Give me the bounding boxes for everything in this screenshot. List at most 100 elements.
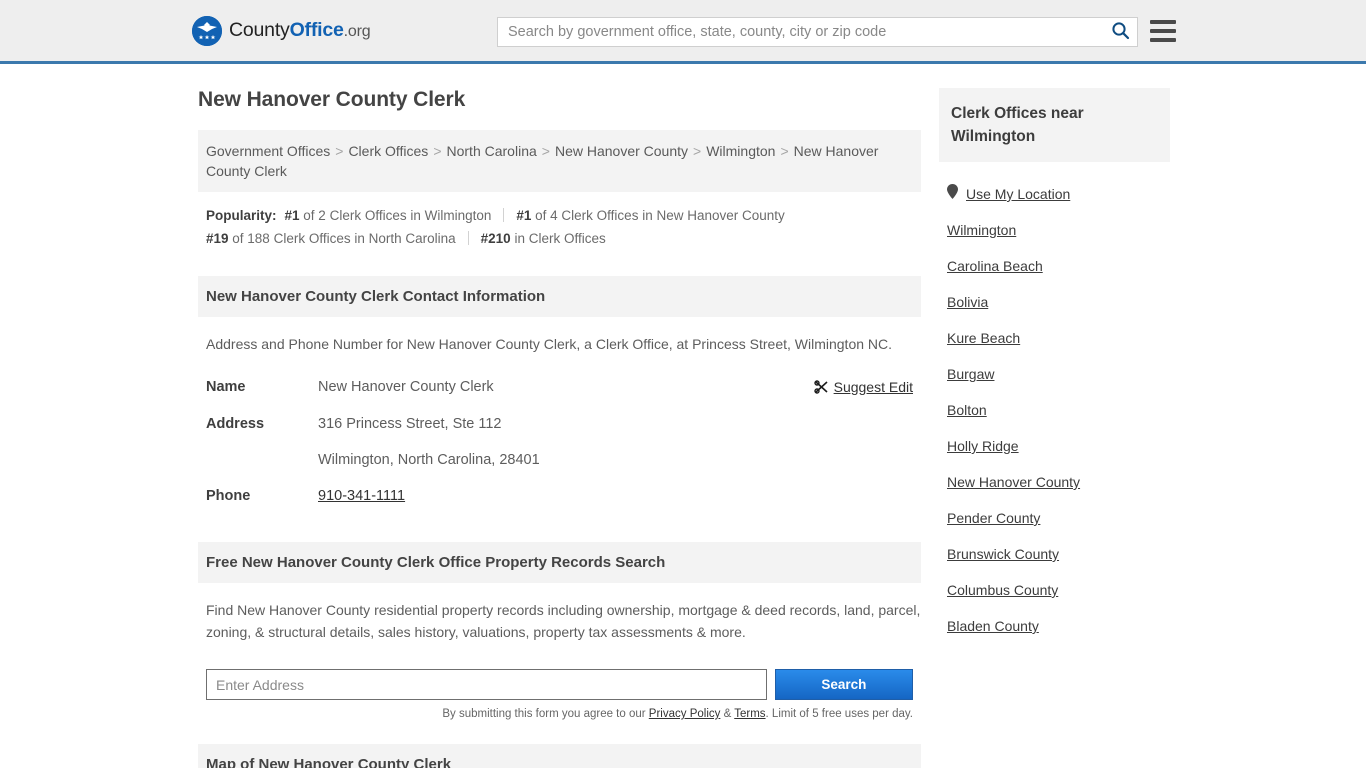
sidebar-item-holly-ridge[interactable]: Holly Ridge — [947, 428, 1170, 464]
breadcrumb-item-north-carolina[interactable]: North Carolina — [447, 143, 537, 159]
breadcrumb-separator: > — [335, 143, 344, 159]
logo-text-office: Office — [289, 19, 344, 41]
site-logo-text: CountyOffice.org — [229, 19, 371, 42]
sidebar-item-new-hanover-county[interactable]: New Hanover County — [947, 464, 1170, 500]
sidebar-item-pender-county[interactable]: Pender County — [947, 500, 1170, 536]
address-label: Address — [206, 416, 265, 432]
popularity-rank: #210 — [480, 231, 511, 246]
popularity-rank: #1 — [516, 208, 532, 223]
sidebar-link-label[interactable]: Holly Ridge — [947, 438, 1019, 454]
popularity-item-city: #1 of 2 Clerk Offices in Wilmington — [285, 208, 492, 223]
contact-section-heading: New Hanover County Clerk Contact Informa… — [198, 276, 921, 317]
popularity-text: of 2 Clerk Offices in Wilmington — [299, 208, 492, 223]
sidebar-link-label[interactable]: Brunswick County — [947, 546, 1059, 562]
address-value-line1: 316 Princess Street, Ste 112 — [318, 416, 502, 432]
suggest-edit-cell: Suggest Edit — [691, 369, 921, 406]
popularity-text: in Clerk Offices — [510, 231, 606, 246]
sidebar-link-label[interactable]: Burgaw — [947, 366, 994, 382]
terms-link[interactable]: Terms — [734, 708, 765, 720]
sidebar-link-label[interactable]: Pender County — [947, 510, 1040, 526]
sidebar-item-carolina-beach[interactable]: Carolina Beach — [947, 248, 1170, 284]
sidebar-link-label[interactable]: Carolina Beach — [947, 258, 1043, 274]
hamburger-menu-icon[interactable] — [1150, 20, 1176, 42]
sidebar-item-columbus-county[interactable]: Columbus County — [947, 572, 1170, 608]
table-row: Wilmington, North Carolina, 28401 — [198, 442, 921, 478]
address-label-empty — [198, 442, 310, 478]
site-logo[interactable]: CountyOffice.org — [192, 15, 371, 46]
sidebar-item-bolivia[interactable]: Bolivia — [947, 284, 1170, 320]
map-section-heading: Map of New Hanover County Clerk — [198, 744, 921, 768]
popularity-item-county: #1 of 4 Clerk Offices in New Hanover Cou… — [516, 208, 784, 223]
popularity-item-overall: #210 in Clerk Offices — [481, 231, 606, 246]
suggest-edit-link[interactable]: Suggest Edit — [834, 379, 913, 395]
eagle-seal-icon — [192, 15, 222, 46]
address-value-line2: Wilmington, North Carolina, 28401 — [318, 452, 540, 468]
page-title: New Hanover County Clerk — [198, 88, 466, 111]
breadcrumb-item-government-offices[interactable]: Government Offices — [206, 143, 330, 159]
sidebar-link-label[interactable]: Bladen County — [947, 618, 1039, 634]
global-search-bar — [497, 17, 1138, 47]
search-submit-button[interactable] — [1103, 18, 1137, 46]
popularity-row: Popularity: #1 of 2 Clerk Offices in Wilm… — [198, 192, 921, 256]
sidebar-link-label[interactable]: Wilmington — [947, 222, 1016, 238]
use-my-location-link[interactable]: Use My Location — [966, 186, 1070, 202]
sidebar-item-brunswick-county[interactable]: Brunswick County — [947, 536, 1170, 572]
popularity-text: of 188 Clerk Offices in North Carolina — [228, 231, 456, 246]
sidebar-item-kure-beach[interactable]: Kure Beach — [947, 320, 1170, 356]
popularity-label: Popularity: — [206, 208, 277, 223]
phone-link[interactable]: 910-341-1111 — [318, 488, 405, 504]
sidebar-link-label[interactable]: Columbus County — [947, 582, 1058, 598]
popularity-text: of 4 Clerk Offices in New Hanover County — [531, 208, 785, 223]
property-search-heading: Free New Hanover County Clerk Office Pro… — [198, 542, 921, 583]
table-row: Address 316 Princess Street, Ste 112 — [198, 406, 921, 442]
logo-text-county: County — [229, 19, 290, 41]
table-row: Phone 910-341-1111 — [198, 478, 921, 514]
breadcrumb-item-clerk-offices[interactable]: Clerk Offices — [348, 143, 428, 159]
search-icon — [1111, 21, 1130, 43]
table-row: Name New Hanover County Clerk Suggest Ed… — [198, 369, 921, 406]
sidebar-item-use-my-location[interactable]: Use My Location — [947, 176, 1170, 212]
map-pin-icon — [947, 184, 958, 204]
breadcrumb-item-new-hanover-county[interactable]: New Hanover County — [555, 143, 688, 159]
address-input[interactable] — [206, 669, 767, 700]
form-disclaimer: By submitting this form you agree to our… — [198, 700, 921, 720]
hamburger-bar — [1150, 20, 1176, 24]
popularity-divider — [467, 231, 469, 245]
logo-text-org: .org — [343, 23, 371, 40]
breadcrumb-separator: > — [693, 143, 702, 159]
sidebar-link-label[interactable]: New Hanover County — [947, 474, 1080, 490]
breadcrumb-separator: > — [780, 143, 789, 159]
site-header: CountyOffice.org — [0, 0, 1366, 64]
sidebar-item-burgaw[interactable]: Burgaw — [947, 356, 1170, 392]
contact-section-description: Address and Phone Number for New Hanover… — [206, 336, 893, 352]
phone-value-cell: 910-341-1111 — [310, 478, 921, 514]
hamburger-bar — [1150, 29, 1176, 33]
breadcrumb: Government Offices > Clerk Offices > North C… — [198, 130, 921, 192]
property-search-button[interactable]: Search — [774, 669, 913, 700]
breadcrumb-item-wilmington[interactable]: Wilmington — [706, 143, 775, 159]
search-input[interactable] — [498, 18, 1103, 46]
name-value: New Hanover County Clerk — [318, 379, 494, 395]
sidebar-heading: Clerk Offices near Wilmington — [939, 88, 1170, 162]
privacy-policy-link[interactable]: Privacy Policy — [649, 708, 721, 720]
main-content-column: New Hanover County Clerk Government Offi… — [198, 88, 921, 768]
sidebar-link-label[interactable]: Kure Beach — [947, 330, 1020, 346]
sidebar-link-label[interactable]: Bolivia — [947, 294, 988, 310]
popularity-divider — [503, 208, 505, 222]
edit-pencil-icon — [813, 380, 834, 396]
property-search-description: Find New Hanover County residential prop… — [206, 602, 921, 640]
name-label: Name — [206, 379, 246, 395]
disclaimer-amp: & — [720, 708, 735, 720]
phone-label: Phone — [206, 488, 251, 504]
disclaimer-prefix: By submitting this form you agree to our — [442, 708, 649, 720]
contact-info-table: Name New Hanover County Clerk Suggest Ed… — [198, 369, 921, 514]
sidebar-link-label[interactable]: Bolton — [947, 402, 987, 418]
sidebar-link-list: Use My Location Wilmington Carolina Beac… — [939, 162, 1170, 644]
sidebar-item-bladen-county[interactable]: Bladen County — [947, 608, 1170, 644]
disclaimer-suffix: . Limit of 5 free uses per day. — [765, 708, 913, 720]
popularity-rank: #1 — [284, 208, 300, 223]
popularity-item-state: #19 of 188 Clerk Offices in North Caroli… — [206, 231, 456, 246]
breadcrumb-separator: > — [541, 143, 550, 159]
sidebar-item-bolton[interactable]: Bolton — [947, 392, 1170, 428]
sidebar-item-wilmington[interactable]: Wilmington — [947, 212, 1170, 248]
